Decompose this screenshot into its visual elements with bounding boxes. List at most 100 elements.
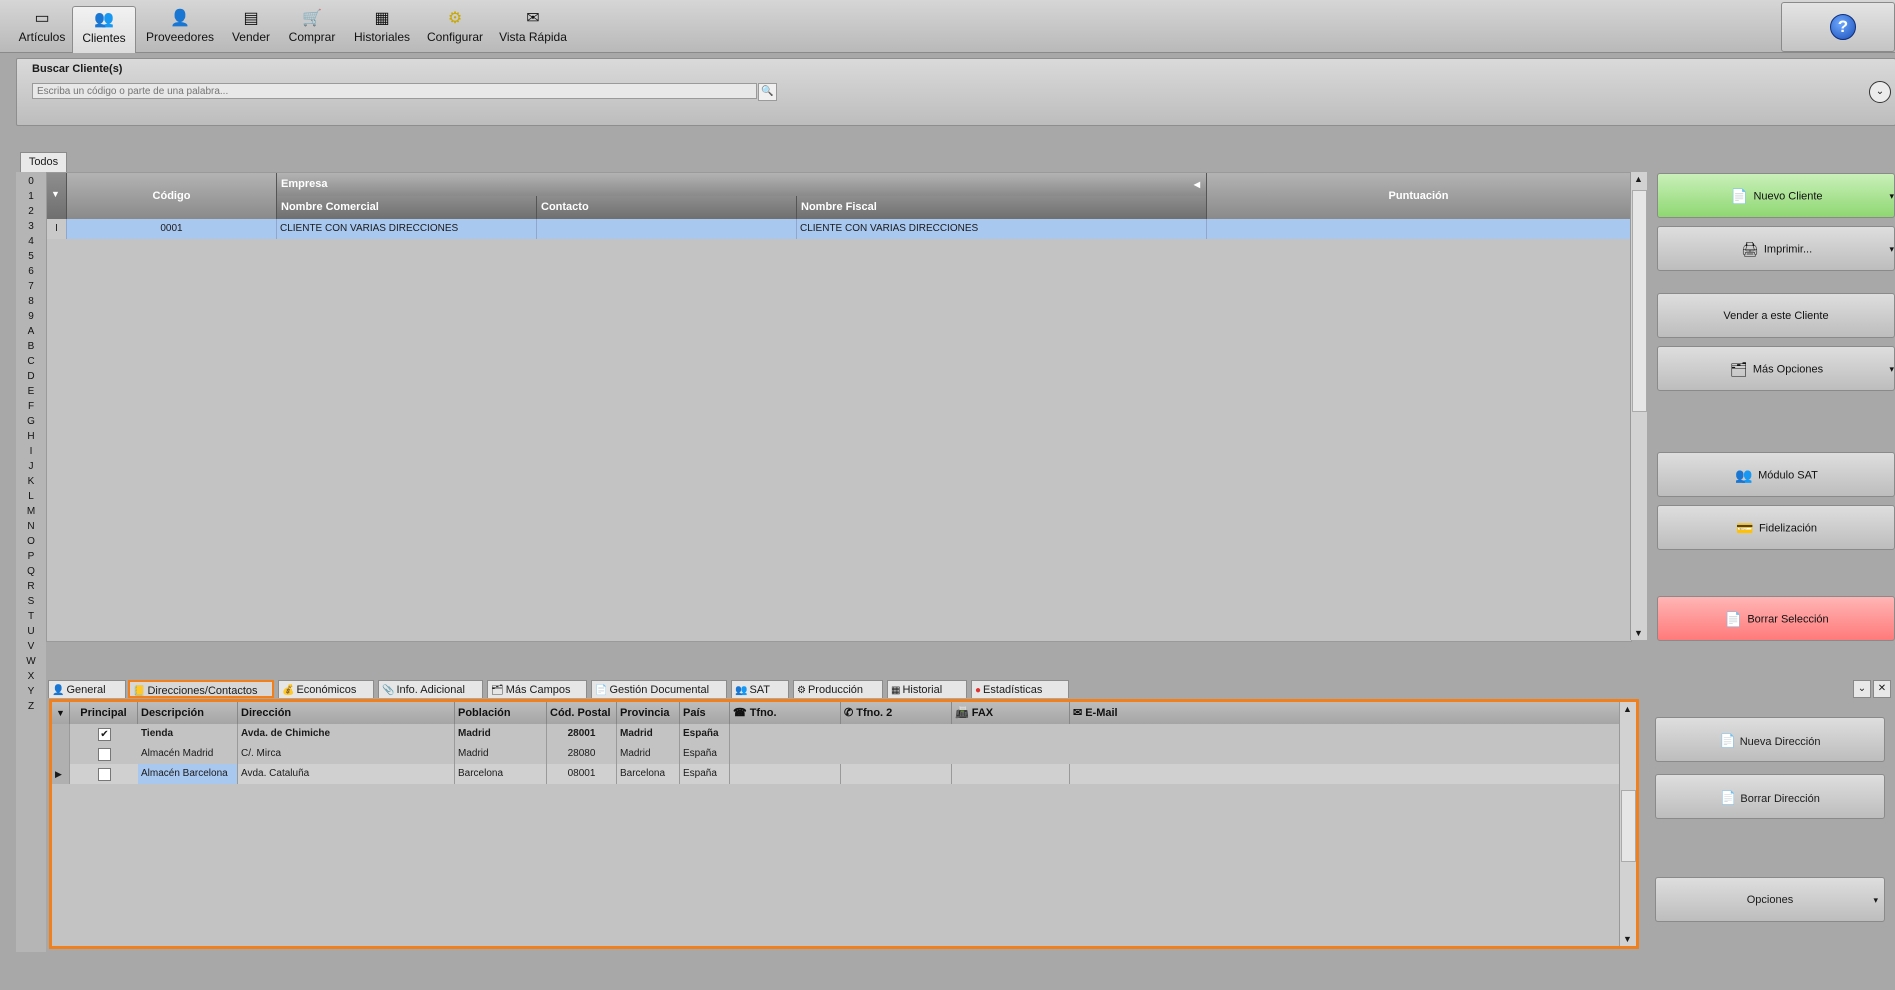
close-panel-button[interactable]: ✕	[1873, 680, 1891, 698]
cell-poblacion[interactable]: Barcelona	[455, 764, 547, 784]
toolbar-comprar[interactable]: 🛒 Comprar	[284, 6, 340, 50]
tab-economicos[interactable]: 💰 Económicos	[278, 680, 374, 698]
cell-pais[interactable]: España	[680, 724, 730, 744]
vender-cliente-button[interactable]: Vender a este Cliente	[1657, 293, 1895, 338]
cell-direccion[interactable]: Avda. Cataluña	[238, 764, 455, 784]
alpha-item[interactable]: F	[16, 401, 46, 412]
cell-provincia[interactable]: Madrid	[617, 724, 680, 744]
tab-general[interactable]: 👤 General	[48, 680, 126, 698]
table-row[interactable]: I 0001 CLIENTE CON VARIAS DIRECCIONES CL…	[47, 219, 1631, 239]
alpha-item[interactable]: 3	[16, 221, 46, 232]
cell-descripcion[interactable]: Almacén Barcelona	[138, 764, 238, 784]
alpha-item[interactable]: K	[16, 476, 46, 487]
alpha-item[interactable]: U	[16, 626, 46, 637]
alpha-item[interactable]: 1	[16, 191, 46, 202]
opciones-button[interactable]: Opciones ▾	[1655, 877, 1885, 922]
alpha-item[interactable]: Q	[16, 566, 46, 577]
cell-puntuacion[interactable]	[1207, 219, 1631, 239]
alpha-item[interactable]: Z	[16, 701, 46, 712]
alpha-item[interactable]: 2	[16, 206, 46, 217]
cell-cod-postal[interactable]: 28001	[547, 724, 617, 744]
addresses-scrollbar[interactable]: ▲ ▼	[1619, 702, 1636, 946]
toolbar-proveedores[interactable]: 👤 Proveedores	[142, 6, 218, 50]
alpha-item[interactable]: I	[16, 446, 46, 457]
search-icon[interactable]: 🔍	[758, 83, 777, 101]
cell-tfno[interactable]	[730, 764, 841, 784]
cell-provincia[interactable]: Barcelona	[617, 764, 680, 784]
cell-poblacion[interactable]: Madrid	[455, 744, 547, 764]
tab-info-adicional[interactable]: 📎 Info. Adicional	[378, 680, 483, 698]
principal-checkbox[interactable]	[98, 748, 111, 761]
search-input[interactable]	[32, 83, 757, 99]
tab-direcciones-contactos[interactable]: 📒 Direcciones/Contactos	[128, 680, 274, 698]
nuevo-cliente-button[interactable]: 📄 Nuevo Cliente ▾	[1657, 173, 1895, 218]
alpha-item[interactable]: C	[16, 356, 46, 367]
alpha-item[interactable]: E	[16, 386, 46, 397]
col-codigo[interactable]: Código	[67, 173, 277, 219]
alpha-item[interactable]: 0	[16, 176, 46, 187]
cell-contacto[interactable]	[537, 219, 797, 239]
fidelizacion-button[interactable]: 💳 Fidelización	[1657, 505, 1895, 550]
cell-tfno2[interactable]	[841, 764, 952, 784]
scroll-down-icon[interactable]: ▼	[1623, 934, 1632, 944]
col-group-empresa[interactable]: Empresa ◀	[277, 173, 1207, 196]
scroll-thumb[interactable]	[1632, 190, 1647, 412]
table-row[interactable]: Almacén Madrid C/. Mirca Madrid 28080 Ma…	[52, 744, 1620, 764]
col-provincia[interactable]: Provincia	[617, 702, 680, 724]
table-row[interactable]: ✔ Tienda Avda. de Chimiche Madrid 28001 …	[52, 724, 1620, 744]
col-puntuacion[interactable]: Puntuación	[1207, 173, 1631, 219]
cell-descripcion[interactable]: Tienda	[138, 724, 238, 744]
alpha-item[interactable]: W	[16, 656, 46, 667]
cell-pais[interactable]: España	[680, 744, 730, 764]
grid-scrollbar[interactable]: ▲ ▼	[1630, 172, 1647, 640]
col-tfno[interactable]: ☎ Tfno.	[730, 702, 841, 724]
mas-opciones-button[interactable]: 🗂 Más Opciones ▾	[1657, 346, 1895, 391]
tab-sat[interactable]: 👥 SAT	[731, 680, 789, 698]
cell-descripcion[interactable]: Almacén Madrid	[138, 744, 238, 764]
toolbar-vender[interactable]: ▤ Vender	[226, 6, 276, 50]
cell-nombre-fiscal[interactable]: CLIENTE CON VARIAS DIRECCIONES	[797, 219, 1207, 239]
scroll-down-icon[interactable]: ▼	[1634, 628, 1643, 638]
alpha-item[interactable]: 7	[16, 281, 46, 292]
toolbar-articulos[interactable]: ▭ Artículos	[12, 6, 72, 50]
alpha-item[interactable]: 5	[16, 251, 46, 262]
imprimir-button[interactable]: 🖨 Imprimir... ▾	[1657, 226, 1895, 271]
alpha-item[interactable]: Y	[16, 686, 46, 697]
borrar-direccion-button[interactable]: 📄 Borrar Dirección	[1655, 774, 1885, 819]
tab-mas-campos[interactable]: 🗂 Más Campos	[487, 680, 587, 698]
alpha-item[interactable]: D	[16, 371, 46, 382]
tab-todos[interactable]: Todos	[20, 152, 67, 172]
alpha-item[interactable]: 4	[16, 236, 46, 247]
col-fax[interactable]: 📠 FAX	[952, 702, 1070, 724]
alpha-item[interactable]: N	[16, 521, 46, 532]
col-email[interactable]: ✉ E-Mail	[1070, 702, 1620, 724]
toolbar-clientes[interactable]: 👥 Clientes	[72, 6, 136, 53]
alpha-item[interactable]: 8	[16, 296, 46, 307]
table-row[interactable]: ▶ Almacén Barcelona Avda. Cataluña Barce…	[52, 764, 1620, 784]
col-cod-postal[interactable]: Cód. Postal	[547, 702, 617, 724]
alpha-item[interactable]: P	[16, 551, 46, 562]
grid-menu-button[interactable]: ▼	[47, 173, 67, 219]
borrar-seleccion-button[interactable]: 📄 Borrar Selección	[1657, 596, 1895, 641]
tab-produccion[interactable]: ⚙ Producción	[793, 680, 883, 698]
collapse-panel-button[interactable]: ⌄	[1869, 81, 1891, 103]
cell-direccion[interactable]: Avda. de Chimiche	[238, 724, 455, 744]
tab-historial[interactable]: ▦ Historial	[887, 680, 967, 698]
cell-provincia[interactable]: Madrid	[617, 744, 680, 764]
scroll-up-icon[interactable]: ▲	[1634, 174, 1643, 184]
nueva-direccion-button[interactable]: 📄 Nueva Dirección	[1655, 717, 1885, 762]
col-nombre-fiscal[interactable]: Nombre Fiscal	[797, 196, 1207, 219]
cell-fax[interactable]	[952, 764, 1070, 784]
cell-cod-postal[interactable]: 28080	[547, 744, 617, 764]
scroll-thumb[interactable]	[1621, 790, 1636, 862]
toolbar-vista-rapida[interactable]: ✉ Vista Rápida	[496, 6, 570, 50]
principal-checkbox[interactable]	[98, 768, 111, 781]
col-poblacion[interactable]: Población	[455, 702, 547, 724]
col-nombre-comercial[interactable]: Nombre Comercial	[277, 196, 537, 219]
alpha-item[interactable]: R	[16, 581, 46, 592]
cell-pais[interactable]: España	[680, 764, 730, 784]
alpha-item[interactable]: H	[16, 431, 46, 442]
alpha-item[interactable]: O	[16, 536, 46, 547]
col-direccion[interactable]: Dirección	[238, 702, 455, 724]
col-contacto[interactable]: Contacto	[537, 196, 797, 219]
